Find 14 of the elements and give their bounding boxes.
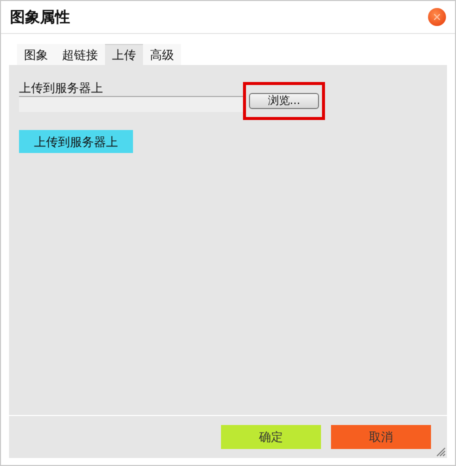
tab[interactable]: 超链接	[55, 44, 105, 65]
window-title: 图象属性	[10, 6, 70, 28]
file-field[interactable]	[19, 96, 243, 112]
tab[interactable]: 高级	[143, 44, 181, 65]
tab[interactable]: 图象	[17, 44, 55, 65]
resize-grip-icon	[434, 445, 446, 457]
ok-button[interactable]: 确定	[221, 425, 321, 449]
upload-button[interactable]: 上传到服务器上	[19, 130, 133, 153]
tab[interactable]: 上传	[105, 44, 143, 65]
browse-button[interactable]: 浏览...	[249, 93, 319, 109]
cancel-button[interactable]: 取消	[331, 425, 431, 449]
close-button[interactable]	[428, 8, 446, 26]
close-icon	[434, 14, 440, 20]
upload-label: 上传到服务器上	[19, 80, 104, 96]
